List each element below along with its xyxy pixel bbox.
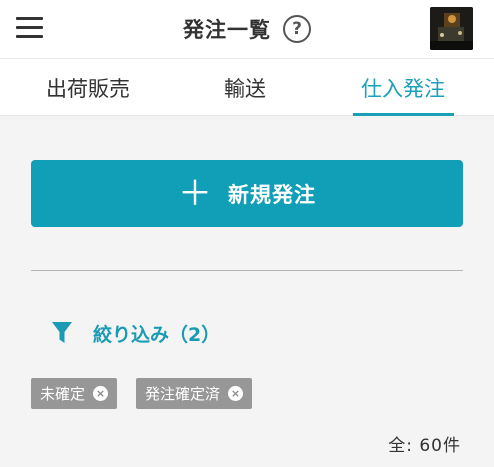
avatar[interactable]	[430, 7, 473, 50]
filter-chip-label: 未確定	[40, 385, 86, 403]
filter-chip-order-confirmed: 発注確定済 ×	[136, 378, 253, 409]
question-circle-icon[interactable]: ?	[283, 15, 311, 43]
filter-chip-unconfirmed: 未確定 ×	[31, 378, 118, 409]
new-order-label: 新規発注	[228, 182, 316, 207]
divider	[31, 270, 463, 271]
filter-toggle[interactable]: 絞り込み（2）	[51, 318, 220, 348]
avatar-image	[430, 7, 473, 50]
page-title: 発注一覧	[183, 18, 271, 42]
title-area: 発注一覧 ?	[0, 0, 494, 58]
filter-chip-label: 発注確定済	[145, 385, 221, 403]
new-order-button[interactable]: ＋ 新規発注	[31, 160, 463, 227]
filter-label: 絞り込み（2）	[93, 323, 221, 346]
tab-purchase-orders[interactable]: 仕入発注	[349, 59, 457, 116]
tab-transport[interactable]: 輸送	[205, 59, 285, 116]
app-header: 発注一覧 ?	[0, 0, 494, 58]
tab-bar: 出荷販売 輸送 仕入発注	[0, 58, 494, 116]
plus-icon: ＋	[178, 173, 212, 214]
hamburger-menu-icon[interactable]	[16, 14, 44, 40]
total-count: 全: 60件	[388, 436, 461, 456]
close-icon[interactable]: ×	[93, 386, 109, 401]
funnel-filter-icon	[52, 322, 72, 343]
tab-shipping-sales[interactable]: 出荷販売	[30, 59, 146, 116]
close-icon[interactable]: ×	[228, 386, 244, 401]
active-tab-indicator	[353, 113, 454, 116]
